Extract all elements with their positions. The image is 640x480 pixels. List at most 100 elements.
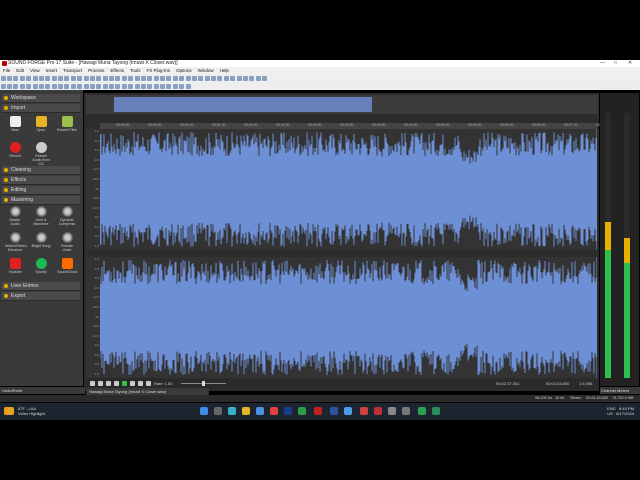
system-tray[interactable]: ENG 8:43 PM US 8/17/2024	[607, 406, 634, 416]
toolbar-button-icon[interactable]	[96, 83, 102, 89]
toolbar-button-icon[interactable]	[191, 75, 197, 81]
menu-fx-plugins[interactable]: FX Plug-Ins	[144, 67, 174, 74]
toolbar-button-icon[interactable]	[140, 83, 146, 89]
toolbar-button-icon[interactable]	[147, 75, 153, 81]
sound-forge-icon[interactable]	[314, 407, 322, 415]
waveform-channel-right[interactable]	[100, 257, 597, 378]
toolbar-button-icon[interactable]	[242, 75, 248, 81]
toolbar-button-icon[interactable]	[160, 75, 166, 81]
chrome-icon[interactable]	[270, 407, 278, 415]
photoshop-icon[interactable]	[284, 407, 292, 415]
toolbar-button-icon[interactable]	[45, 83, 51, 89]
toolbar-button-icon[interactable]	[0, 75, 6, 81]
female-voice-tile[interactable]: Female Voice	[57, 232, 77, 254]
toolbar-button-icon[interactable]	[217, 75, 223, 81]
dynamic-compress-tile[interactable]: Dynamic Compress	[57, 206, 77, 228]
weather-widget[interactable]: 87F - LAA Video Highlight	[18, 406, 45, 416]
toolbar-button-icon[interactable]	[204, 75, 210, 81]
app-icon-red[interactable]	[360, 407, 368, 415]
toolbar-button-icon[interactable]	[230, 75, 236, 81]
toolbar-button-icon[interactable]	[109, 83, 115, 89]
toolbar-button-icon[interactable]	[38, 75, 44, 81]
maximize-button[interactable]: □	[614, 60, 617, 67]
go-end-icon[interactable]	[146, 381, 151, 386]
toolbar-button-icon[interactable]	[249, 75, 255, 81]
bright-song-tile[interactable]: Bright Song	[31, 232, 51, 254]
toolbar-button-icon[interactable]	[185, 75, 191, 81]
menu-edit[interactable]: Edit	[13, 67, 27, 74]
toolbar-button-icon[interactable]	[83, 83, 89, 89]
search-icon[interactable]	[214, 407, 222, 415]
toolbar-button-icon[interactable]	[128, 75, 134, 81]
toolbar-button-icon[interactable]	[153, 83, 159, 89]
toolbar-button-icon[interactable]	[58, 75, 64, 81]
recent-files-tile[interactable]: Recent Files	[57, 116, 77, 138]
toolbar-button-icon[interactable]	[255, 75, 261, 81]
minimize-button[interactable]: —	[600, 60, 605, 67]
section-mastering[interactable]: Mastering	[2, 196, 80, 205]
waveform-channel-left[interactable]	[100, 129, 597, 250]
toolbar-button-icon[interactable]	[179, 75, 185, 81]
toolbar-button-icon[interactable]	[160, 83, 166, 89]
toolbar-button-icon[interactable]	[45, 75, 51, 81]
toolbar-button-icon[interactable]	[172, 83, 178, 89]
overview-selection[interactable]	[114, 97, 372, 112]
menu-effects[interactable]: Effects	[107, 67, 127, 74]
record-tile[interactable]: Record	[5, 142, 25, 164]
toolbar-button-icon[interactable]	[26, 75, 32, 81]
menu-tools[interactable]: Tools	[127, 67, 144, 74]
toolbar-button-icon[interactable]	[51, 83, 57, 89]
menu-file[interactable]: File	[0, 67, 13, 74]
overview-bar[interactable]	[86, 95, 598, 114]
open-tile[interactable]: Open	[31, 116, 51, 138]
toolbar-button-icon[interactable]	[0, 83, 6, 89]
toolbar-button-icon[interactable]	[121, 75, 127, 81]
rate-slider[interactable]	[181, 381, 226, 386]
youtube-tile[interactable]: Youtube	[5, 258, 25, 280]
section-editing[interactable]: Editing	[2, 186, 80, 195]
app-icon-record[interactable]	[374, 407, 382, 415]
section-user-entries[interactable]: User Entries	[2, 282, 80, 291]
toolbar-button-icon[interactable]	[26, 83, 32, 89]
settings-icon[interactable]	[388, 407, 396, 415]
close-button[interactable]: ✕	[628, 60, 632, 67]
section-cleaning[interactable]: Cleaning	[2, 166, 80, 175]
toolbar-button-icon[interactable]	[64, 83, 70, 89]
gear-icon[interactable]	[402, 407, 410, 415]
toolbar-button-icon[interactable]	[70, 75, 76, 81]
toolbar-button-icon[interactable]	[13, 75, 19, 81]
new-tile[interactable]: New	[5, 116, 25, 138]
toolbar-button-icon[interactable]	[64, 75, 70, 81]
toolbar-button-icon[interactable]	[38, 83, 44, 89]
rewind-icon[interactable]	[106, 381, 111, 386]
app-icon-green[interactable]	[418, 407, 426, 415]
toolbar-button-icon[interactable]	[7, 83, 13, 89]
app-icon-blue[interactable]	[344, 407, 352, 415]
widen-stereo-tile[interactable]: Widen/Stereo Enhance	[5, 232, 27, 254]
toolbar-button-icon[interactable]	[51, 75, 57, 81]
toolbar-button-icon[interactable]	[89, 75, 95, 81]
menu-help[interactable]: Help	[217, 67, 232, 74]
toolbar-button-icon[interactable]	[102, 83, 108, 89]
channel-meters-tab[interactable]: Channel Meters	[600, 387, 640, 394]
section-effects[interactable]: Effects	[2, 176, 80, 185]
store-icon[interactable]	[256, 407, 264, 415]
undo-redo-tab[interactable]: Undo/Redo	[0, 387, 85, 394]
toolbar-button-icon[interactable]	[83, 75, 89, 81]
rate-slider-thumb[interactable]	[202, 381, 205, 386]
toolbar-button-icon[interactable]	[96, 75, 102, 81]
toolbar-button-icon[interactable]	[198, 75, 204, 81]
master-audio-tile[interactable]: Master Audio	[5, 206, 25, 228]
file-explorer-icon[interactable]	[242, 407, 250, 415]
menu-process[interactable]: Process	[85, 67, 107, 74]
stop-icon[interactable]	[114, 381, 119, 386]
excel-icon[interactable]	[298, 407, 306, 415]
menu-insert[interactable]: Insert	[43, 67, 60, 74]
toolbar-button-icon[interactable]	[19, 75, 25, 81]
toolbar-button-icon[interactable]	[7, 75, 13, 81]
toolbar-button-icon[interactable]	[153, 75, 159, 81]
section-import[interactable]: Import	[2, 104, 80, 113]
toolbar-button-icon[interactable]	[70, 83, 76, 89]
toolbar-button-icon[interactable]	[13, 83, 19, 89]
toolbar-button-icon[interactable]	[102, 75, 108, 81]
